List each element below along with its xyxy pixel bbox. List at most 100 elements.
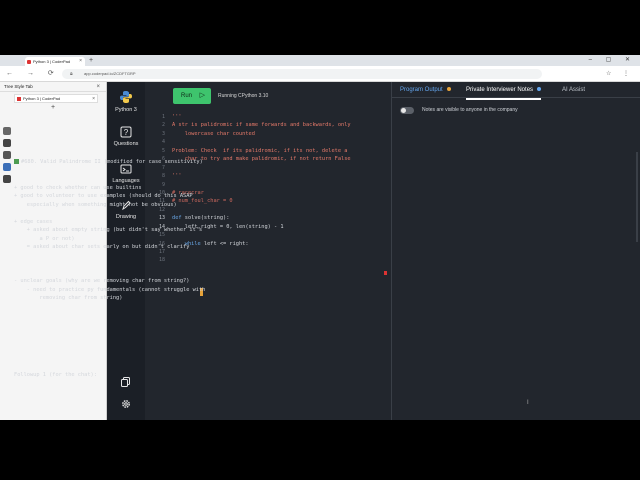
code-line[interactable]: A str is palidromic if same forwards and… [172,121,387,129]
note-line[interactable] [14,328,244,337]
line-number: 3 [161,130,165,137]
code-line[interactable]: Problem: Check if its palidromic, if its… [172,147,387,155]
interviewer-notes[interactable]: #680. Valid Palindrome II (modified for … [14,158,244,379]
new-tab-button[interactable]: + [89,55,93,66]
status-dot [446,87,451,92]
note-text: + edge cases [14,218,53,225]
note-line[interactable]: + asked about empty string (but didn't s… [14,226,244,235]
note-line[interactable] [14,311,244,320]
python-logo-icon [120,91,132,103]
extension-icon[interactable] [3,151,11,159]
question-icon: ? [120,126,132,138]
coderpad-favicon-icon [27,59,31,64]
code-line[interactable]: ''' [172,113,387,121]
visibility-notice: Notes are visible to anyone in the compa… [400,106,518,115]
note-text: + asked about empty string (but didn't s… [14,227,203,233]
tree-new-tab-button[interactable]: + [0,103,106,113]
note-text: + good to volunteer to use examples (sho… [14,193,193,199]
note-line[interactable] [14,175,244,184]
window-controls[interactable]: – ▢ ✕ [589,55,636,66]
questions-nav[interactable]: ? Questions [107,126,145,147]
note-line[interactable]: #680. Valid Palindrome II (modified for … [14,158,244,167]
note-line[interactable]: - unclear goals (why are we removing cha… [14,277,244,286]
address-bar-icons[interactable]: ☆ ⋮ [606,66,634,82]
questions-label: Questions [113,141,139,147]
note-text: #680. Valid Palindrome II (modified for … [21,159,203,165]
note-line[interactable] [14,320,244,329]
tree-tab-item[interactable]: Python 3 | CoderPad × [14,94,98,103]
note-line[interactable] [14,354,244,363]
settings-nav[interactable] [107,398,145,413]
browser-tab-title: Python 3 | CoderPad [33,59,71,64]
browser-tab[interactable]: Python 3 | CoderPad × [25,57,85,66]
note-line[interactable] [14,337,244,346]
extension-strip [0,82,14,420]
address-bar-row: ← → ⟳ 🔒︎ app.coderpad.io/ZCDFTGRP ☆ ⋮ [0,66,640,82]
note-line[interactable] [14,209,244,218]
extension-icon[interactable] [3,175,11,183]
lock-icon: 🔒︎ [70,71,73,77]
note-line[interactable] [14,260,244,269]
extension-icon[interactable] [3,163,11,171]
language-label: Python 3 [115,107,137,113]
note-line[interactable] [14,269,244,278]
extension-icon[interactable] [3,139,11,147]
note-line[interactable] [14,362,244,371]
tab-private-notes[interactable]: Private Interviewer Notes [466,82,542,100]
note-line[interactable]: Followup 1 (for the chat): [14,371,244,380]
gear-icon [122,400,130,408]
note-line[interactable]: removing char from string) [14,294,244,303]
status-dot [537,87,542,92]
note-line[interactable] [14,345,244,354]
note-line[interactable]: + good to check whether can use builtins [14,184,244,193]
nav-buttons[interactable]: ← → ⟳ [6,66,60,82]
tab-ai-assist[interactable]: AI Assist [562,82,585,98]
tab-program-output-label: Program Output [400,87,443,93]
note-text: a P or not) [14,235,75,242]
coderpad-favicon-icon [17,97,21,101]
tree-tab-label: Python 3 | CoderPad [23,96,61,101]
note-text: Followup 1 (for the chat): [14,371,97,378]
tab-private-notes-label: Private Interviewer Notes [466,87,534,93]
tree-style-tab-header: Tree Style Tab × [0,82,106,92]
svg-text:?: ? [124,128,129,137]
extension-icon[interactable] [3,127,11,135]
note-line[interactable]: + edge cases [14,218,244,227]
notes-scrollbar[interactable] [636,152,638,242]
line-number: 5 [161,147,165,154]
runtime-label: Running CPython 3.10 [218,93,269,99]
note-line[interactable] [14,167,244,176]
url-text: app.coderpad.io/ZCDFTGRP [84,71,136,76]
code-line[interactable]: lowercase char counted [172,130,387,138]
browser-tab-strip: Python 3 | CoderPad × + – ▢ ✕ [0,55,640,66]
visibility-toggle[interactable] [400,107,414,114]
note-line[interactable]: + good to volunteer to use examples (sho… [14,192,244,201]
line-number: 2 [161,122,165,129]
run-button[interactable]: Run ▷ [173,88,211,104]
screen: Python 3 | CoderPad × + – ▢ ✕ ← → ⟳ 🔒︎ a… [0,55,640,420]
play-icon: ▷ [199,92,205,99]
note-text: removing char from string) [14,295,123,301]
note-line[interactable]: - need to practice py fundamentals (cann… [14,286,244,295]
close-tree-tab-icon[interactable]: × [92,95,95,102]
note-line[interactable]: = asked about char sets early on but did… [14,243,244,252]
note-text: + good to check whether can use builtins [14,184,142,191]
visibility-notice-text: Notes are visible to anyone in the compa… [422,107,518,113]
close-tab-icon[interactable]: × [79,57,82,66]
url-field[interactable]: 🔒︎ app.coderpad.io/ZCDFTGRP [62,69,542,79]
note-line[interactable]: especially when something might not be o… [14,201,244,210]
note-line[interactable] [14,252,244,261]
tab-program-output[interactable]: Program Output [400,82,451,98]
code-line[interactable] [172,138,387,146]
error-marker [384,271,387,275]
close-sidebar-icon[interactable]: × [96,82,100,92]
line-number: 1 [161,114,165,120]
note-text: - unclear goals (why are we removing cha… [14,278,190,284]
note-text: = asked about char sets early on but did… [14,244,190,250]
right-pane-tabs: Program Output Private Interviewer Notes… [392,82,640,100]
note-line[interactable] [14,303,244,312]
note-line[interactable]: a P or not) [14,235,244,244]
line-number: 4 [161,139,165,146]
note-text: - need to practice py fundamentals (cann… [14,286,206,293]
note-text: especially when something might not be o… [14,201,177,208]
